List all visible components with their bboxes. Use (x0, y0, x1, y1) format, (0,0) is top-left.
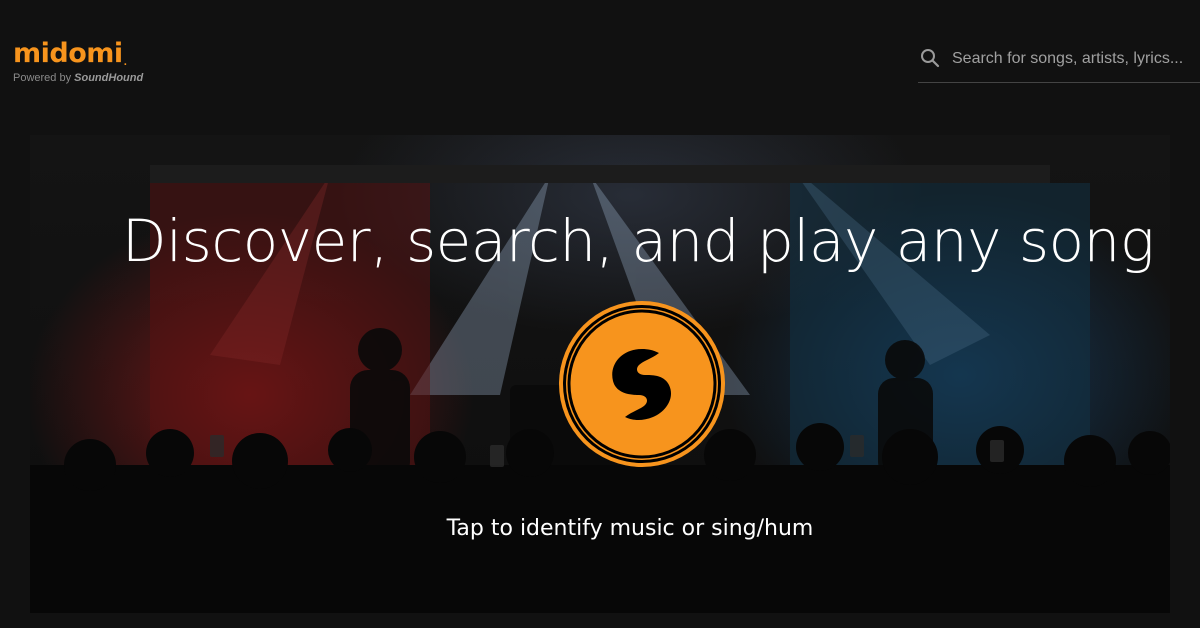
soundhound-brand: SoundHound (74, 72, 144, 84)
hero-title: Discover, search, and play any song (121, 207, 1155, 275)
soundhound-logo-icon (567, 309, 717, 459)
site-header: midomi. Powered by SoundHound (0, 0, 1200, 110)
listen-button[interactable] (563, 305, 721, 463)
search-icon[interactable] (920, 48, 940, 68)
hero-caption: Tap to identify music or sing/hum (446, 516, 814, 541)
powered-by-text: Powered by SoundHound (13, 72, 144, 84)
midomi-logo[interactable]: midomi. Powered by SoundHound (13, 38, 144, 85)
search-input[interactable] (950, 45, 1200, 73)
hero-section: Discover, search, and play any song Tap … (30, 135, 1170, 613)
search-bar[interactable] (918, 40, 1200, 83)
logo-registered-mark: . (123, 58, 127, 68)
logo-wordmark: midomi (13, 38, 123, 69)
